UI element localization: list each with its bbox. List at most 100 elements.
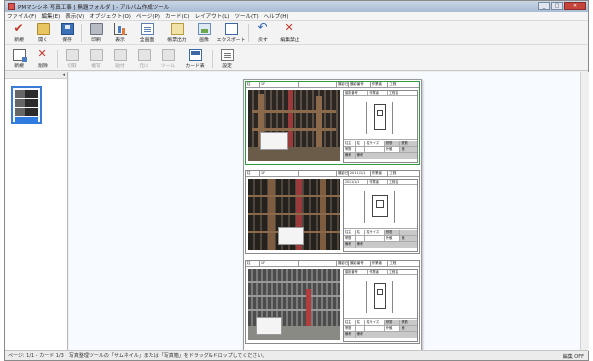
sheet-cell: 柱 (356, 230, 366, 235)
main-toolbar: 新規 開く 保存 印刷 表示 全画面 帳票出力 画像 (5, 20, 588, 45)
photo-card-3[interactable]: 柱 1F 撮影日 撮影番号 作業者 工程 撮影番号 作業者 工程名 柱主 柱 柱… (245, 260, 420, 344)
delete-card-label: 削除 (38, 64, 48, 69)
menu-help[interactable]: ヘルプ(H) (264, 12, 289, 20)
card-head-cell: 柱 (246, 261, 260, 266)
rebar-drawing (344, 275, 417, 319)
sheet-cell: 柱主 (344, 230, 356, 235)
sheet-cell: 鉄筋 (384, 230, 401, 235)
thumbnail-card-2 (15, 99, 38, 107)
save-label: 保存 (62, 38, 72, 43)
copy-label: 複写 (91, 64, 101, 69)
sheet-cell: 柱主 (344, 141, 356, 146)
card-head-cell: 柱 (246, 171, 260, 176)
minimize-button[interactable]: _ (538, 2, 550, 10)
sheet-cell (356, 236, 366, 241)
edit-lock-button[interactable]: 編集禁止 (275, 21, 305, 44)
report-output-label: 帳票出力 (167, 38, 187, 43)
sheet-cell: 備考 (355, 332, 417, 338)
page-thumbnail-panel: ◂ (5, 72, 68, 351)
cut-label: 切取 (67, 64, 77, 69)
menu-tools[interactable]: ツール(T) (234, 12, 258, 20)
display-button[interactable]: 表示 (108, 23, 132, 44)
toolbar-separator (57, 50, 58, 68)
toolbar-separator (81, 24, 82, 42)
close-button[interactable]: ✕ (564, 2, 586, 10)
new-card-icon (12, 49, 27, 62)
card-header: 柱 1F 撮影日 撮影番号 作業者 工程 (246, 82, 419, 88)
site-photo (248, 269, 340, 340)
export-button[interactable]: エクスポート (216, 23, 246, 44)
undo-label: 戻す (258, 38, 268, 43)
app-icon (8, 3, 15, 10)
maximize-button[interactable]: □ (551, 2, 563, 10)
toolbar-separator (212, 50, 213, 68)
image-button[interactable]: 画像 (192, 23, 216, 44)
settings-label: 設定 (222, 64, 232, 69)
new-card-button[interactable]: 新規 (7, 49, 31, 70)
export-label: エクスポート (216, 38, 246, 43)
sheet-cell: 備考 (344, 242, 356, 248)
sheet-cell: 備考 (355, 242, 417, 248)
sheet-cell: 工程名 (388, 270, 399, 274)
menu-edit[interactable]: 編集(E) (41, 12, 60, 20)
undo-icon (257, 20, 270, 35)
sheet-cell: 柱主 (344, 320, 356, 325)
menu-card[interactable]: カード(C) (165, 12, 190, 20)
card-head-cell: 撮影番号 (349, 261, 371, 266)
card-head-cell: 作業者 (371, 261, 389, 266)
menu-view[interactable]: 表示(V) (65, 12, 84, 20)
menu-layout[interactable]: レイアウト(L) (195, 12, 230, 20)
menu-object[interactable]: オブジェクト(O) (89, 12, 131, 20)
delete-card-button[interactable]: 削除 (31, 47, 55, 70)
save-button[interactable]: 保存 (55, 23, 79, 44)
inspection-sheet: 撮影番号 作業者 工程名 柱主 柱 柱サイズ 鉄筋 鉄筋 帯筋 外観 良 備考 … (343, 269, 418, 342)
sheet-cell: 撮影番号 (344, 91, 369, 95)
paste-button[interactable]: 貼付 (108, 49, 132, 70)
vertical-scrollbar[interactable] (580, 72, 589, 351)
sheet-cell: 外観 (385, 236, 401, 241)
cut-button[interactable]: 切取 (60, 49, 84, 70)
page-thumbnail[interactable] (11, 86, 42, 124)
fullscreen-button[interactable]: 全画面 (132, 23, 162, 44)
settings-button[interactable]: 設定 (215, 49, 239, 70)
card-toolbar: 新規 削除 切取 複写 貼付 元に ツール カード表 (5, 45, 588, 71)
thumbnail-card-3 (15, 108, 38, 116)
new-card-label: 新規 (14, 64, 24, 69)
restore-button[interactable]: 元に (132, 49, 156, 70)
status-bar: ページ: 1/1 - カード 1/3 写真整理ツールの「サムネイル」または「写真… (5, 350, 588, 360)
sheet-cell (356, 147, 366, 152)
album-page: 柱 1F 撮影日 撮影番号 作業者 工程 撮影番号 作業者 工程名 柱主 柱 柱… (243, 79, 422, 351)
sheet-cell: 柱サイズ (365, 230, 385, 235)
page-canvas[interactable]: 柱 1F 撮影日 撮影番号 作業者 工程 撮影番号 作業者 工程名 柱主 柱 柱… (69, 72, 589, 351)
card-head-cell: 1F (260, 82, 300, 87)
sheet-cell: 柱 (356, 320, 366, 325)
card-head-cell: 撮影日 (337, 171, 349, 176)
photo-card-2[interactable]: 柱 1F 撮影日 2011/1/1 作業者 工程 2011/1/1 作業者 工程… (245, 170, 420, 254)
new-button[interactable]: 新規 (7, 21, 31, 44)
title-bar: PMマンシネ 写真工事 [ 無題フォルダ ] - アルバム作成ツール _ □ ✕ (5, 1, 588, 12)
tool-label: ツール (160, 64, 176, 69)
sheet-cell: 良 (400, 326, 417, 331)
panel-collapse-arrow[interactable]: ◂ (5, 72, 67, 79)
sheet-cell: 良 (400, 236, 417, 241)
print-label: 印刷 (91, 38, 101, 43)
photo-card-1[interactable]: 柱 1F 撮影日 撮影番号 作業者 工程 撮影番号 作業者 工程名 柱主 柱 柱… (245, 81, 420, 165)
screen-icon (224, 23, 238, 35)
undo-button[interactable]: 戻す (251, 20, 275, 44)
card-head-cell: 作業者 (371, 82, 389, 87)
tool-button[interactable]: ツール (156, 49, 180, 70)
card-header: 柱 1F 撮影日 2011/1/1 作業者 工程 (246, 171, 419, 177)
menu-file[interactable]: ファイル(F) (7, 12, 36, 20)
print-button[interactable]: 印刷 (84, 23, 108, 44)
sheet-cell: 工程名 (388, 91, 399, 95)
card-table-icon (188, 49, 202, 61)
card-head-cell: 撮影日 (337, 82, 349, 87)
menu-page[interactable]: ページ(P) (136, 12, 160, 20)
copy-button[interactable]: 複写 (84, 49, 108, 70)
report-output-button[interactable]: 帳票出力 (162, 23, 192, 44)
sheet-cell (365, 147, 385, 152)
cross-icon (284, 21, 297, 35)
card-table-button[interactable]: カード表 (180, 49, 210, 70)
open-button[interactable]: 開く (31, 23, 55, 44)
rebar-drawing (344, 96, 417, 140)
